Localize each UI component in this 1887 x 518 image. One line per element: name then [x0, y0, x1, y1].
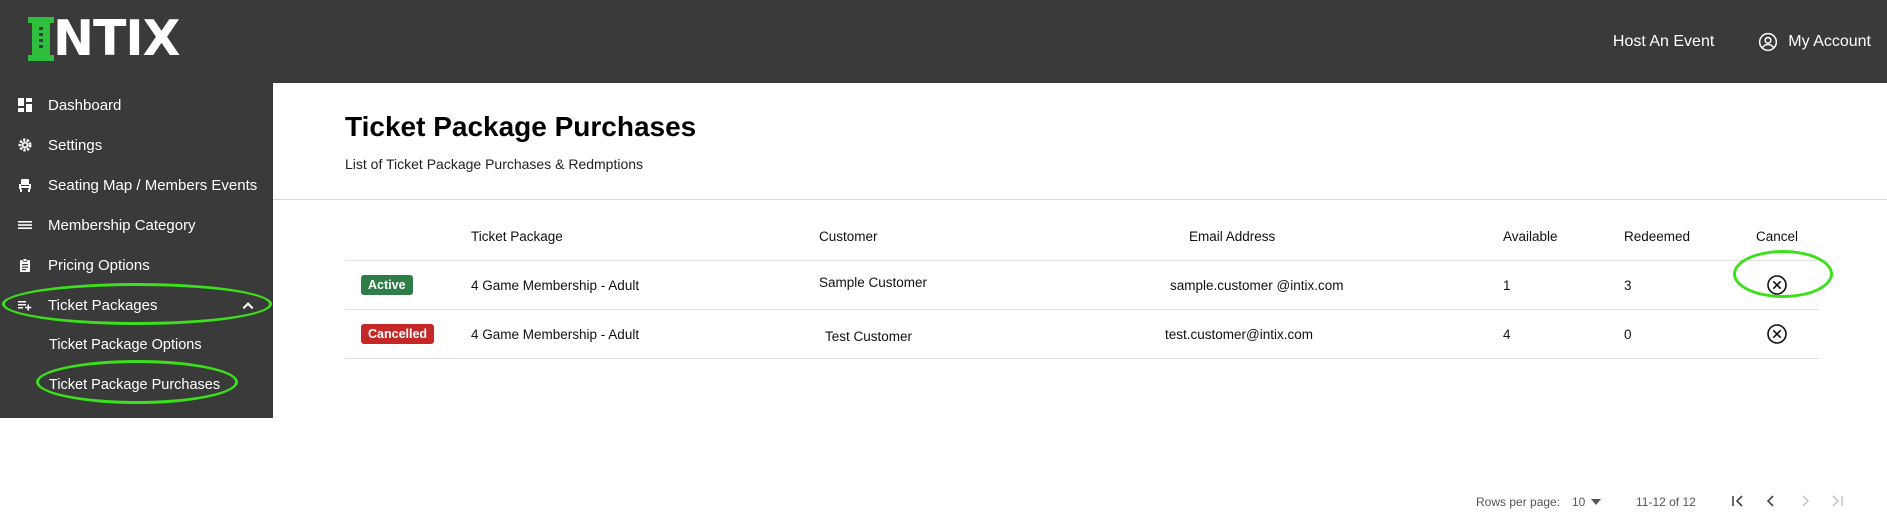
page-title: Ticket Package Purchases [345, 111, 697, 142]
pagination: Rows per page: 10 11-12 of 12 [345, 488, 1843, 518]
sidebar-item-label: Dashboard [48, 96, 122, 114]
cell-customer: Sample Customer [819, 274, 928, 290]
purchases-table: Ticket Package Customer Email Address Av… [345, 213, 1843, 509]
chevron-up-icon[interactable] [241, 299, 255, 313]
top-links: Host An Event My Account [1613, 0, 1871, 83]
table-row: Active 4 Game Membership - Adult Sample … [345, 261, 1819, 310]
page-subtitle: List of Ticket Package Purchases & Redmp… [345, 156, 644, 172]
cell-redeemed: 0 [1624, 326, 1632, 342]
sidebar-item-ticket-packages[interactable]: Ticket Packages [0, 285, 273, 325]
sidebar-subitem-label: Ticket Package Purchases [49, 377, 221, 393]
main-content: Ticket Package Purchases List of Ticket … [273, 83, 1887, 509]
dashboard-icon [18, 98, 32, 112]
top-bar: NTIX Host An Event My Account [0, 0, 1887, 83]
cell-customer: Test Customer [825, 328, 913, 344]
cell-email: sample.customer @intix.com [1170, 277, 1344, 293]
cell-ticket-package: 4 Game Membership - Adult [471, 277, 640, 293]
rows-per-page-label: Rows per page: [1476, 495, 1561, 509]
table-row: Cancelled 4 Game Membership - Adult Test… [345, 310, 1819, 359]
clipboard-icon [18, 258, 32, 272]
status-badge-cancelled: Cancelled [361, 324, 435, 344]
sidebar-item-settings[interactable]: Settings [0, 125, 273, 165]
divider [273, 199, 1887, 200]
logo-ticket-icon [28, 17, 54, 61]
column-header-ticket-package: Ticket Package [471, 229, 563, 244]
menu-lines-icon [18, 218, 32, 232]
sidebar-subitem-ticket-package-options[interactable]: Ticket Package Options [0, 325, 273, 365]
sidebar-item-label: Membership Category [48, 216, 196, 234]
sidebar-item-label: Ticket Packages [48, 296, 158, 314]
my-account-label: My Account [1788, 32, 1871, 50]
cell-available: 1 [1503, 277, 1511, 293]
cell-ticket-package: 4 Game Membership - Adult [471, 326, 640, 342]
sidebar-item-label: Seating Map / Members Events [48, 176, 258, 194]
cell-available: 4 [1503, 326, 1511, 342]
previous-page-button[interactable] [1762, 492, 1780, 510]
host-an-event-link[interactable]: Host An Event [1613, 33, 1714, 51]
sidebar-item-seating-map[interactable]: Seating Map / Members Events [0, 165, 273, 205]
column-header-available: Available [1503, 229, 1558, 244]
column-header-redeemed: Redeemed [1624, 229, 1691, 244]
cancel-circle-icon[interactable] [1766, 323, 1788, 345]
logo-text: NTIX [53, 10, 180, 67]
last-page-button[interactable] [1828, 492, 1846, 510]
sidebar-item-label: Pricing Options [48, 256, 150, 274]
sidebar-item-pricing-options[interactable]: Pricing Options [0, 245, 273, 285]
next-page-button[interactable] [1796, 492, 1814, 510]
cell-redeemed: 3 [1624, 277, 1632, 293]
column-header-customer: Customer [819, 229, 878, 244]
account-circle-icon [1759, 32, 1778, 51]
caret-down-icon [1591, 499, 1602, 505]
cancel-circle-icon[interactable] [1766, 274, 1788, 296]
chevron-left-icon [1766, 495, 1774, 507]
sidebar-item-membership-category[interactable]: Membership Category [0, 205, 273, 245]
seat-icon [18, 178, 32, 192]
cell-email: test.customer@intix.com [1165, 326, 1313, 342]
column-header-cancel: Cancel [1755, 229, 1799, 244]
sidebar-item-dashboard[interactable]: Dashboard [0, 85, 273, 125]
pagination-range: 11-12 of 12 [1636, 495, 1696, 509]
rows-per-page-value: 10 [1572, 495, 1586, 509]
first-page-button[interactable] [1729, 492, 1747, 510]
sidebar: Dashboard Settings Seating Map / Members… [0, 83, 273, 418]
column-header-email: Email Address [1189, 229, 1276, 244]
sidebar-item-label: Settings [48, 136, 103, 154]
my-account-link[interactable]: My Account [1758, 32, 1871, 52]
rows-per-page-select[interactable]: 10 [1572, 495, 1602, 509]
status-badge-active: Active [361, 275, 413, 295]
sidebar-subitem-ticket-package-purchases[interactable]: Ticket Package Purchases [0, 365, 273, 405]
chevron-right-icon [1802, 495, 1810, 507]
gear-icon [18, 138, 32, 152]
intix-logo[interactable]: NTIX [28, 14, 180, 63]
playlist-add-icon [18, 298, 32, 312]
first-page-icon [1732, 495, 1743, 507]
sidebar-subitem-label: Ticket Package Options [49, 337, 202, 353]
table-header: Ticket Package Customer Email Address Av… [345, 213, 1819, 261]
last-page-icon [1832, 495, 1843, 507]
